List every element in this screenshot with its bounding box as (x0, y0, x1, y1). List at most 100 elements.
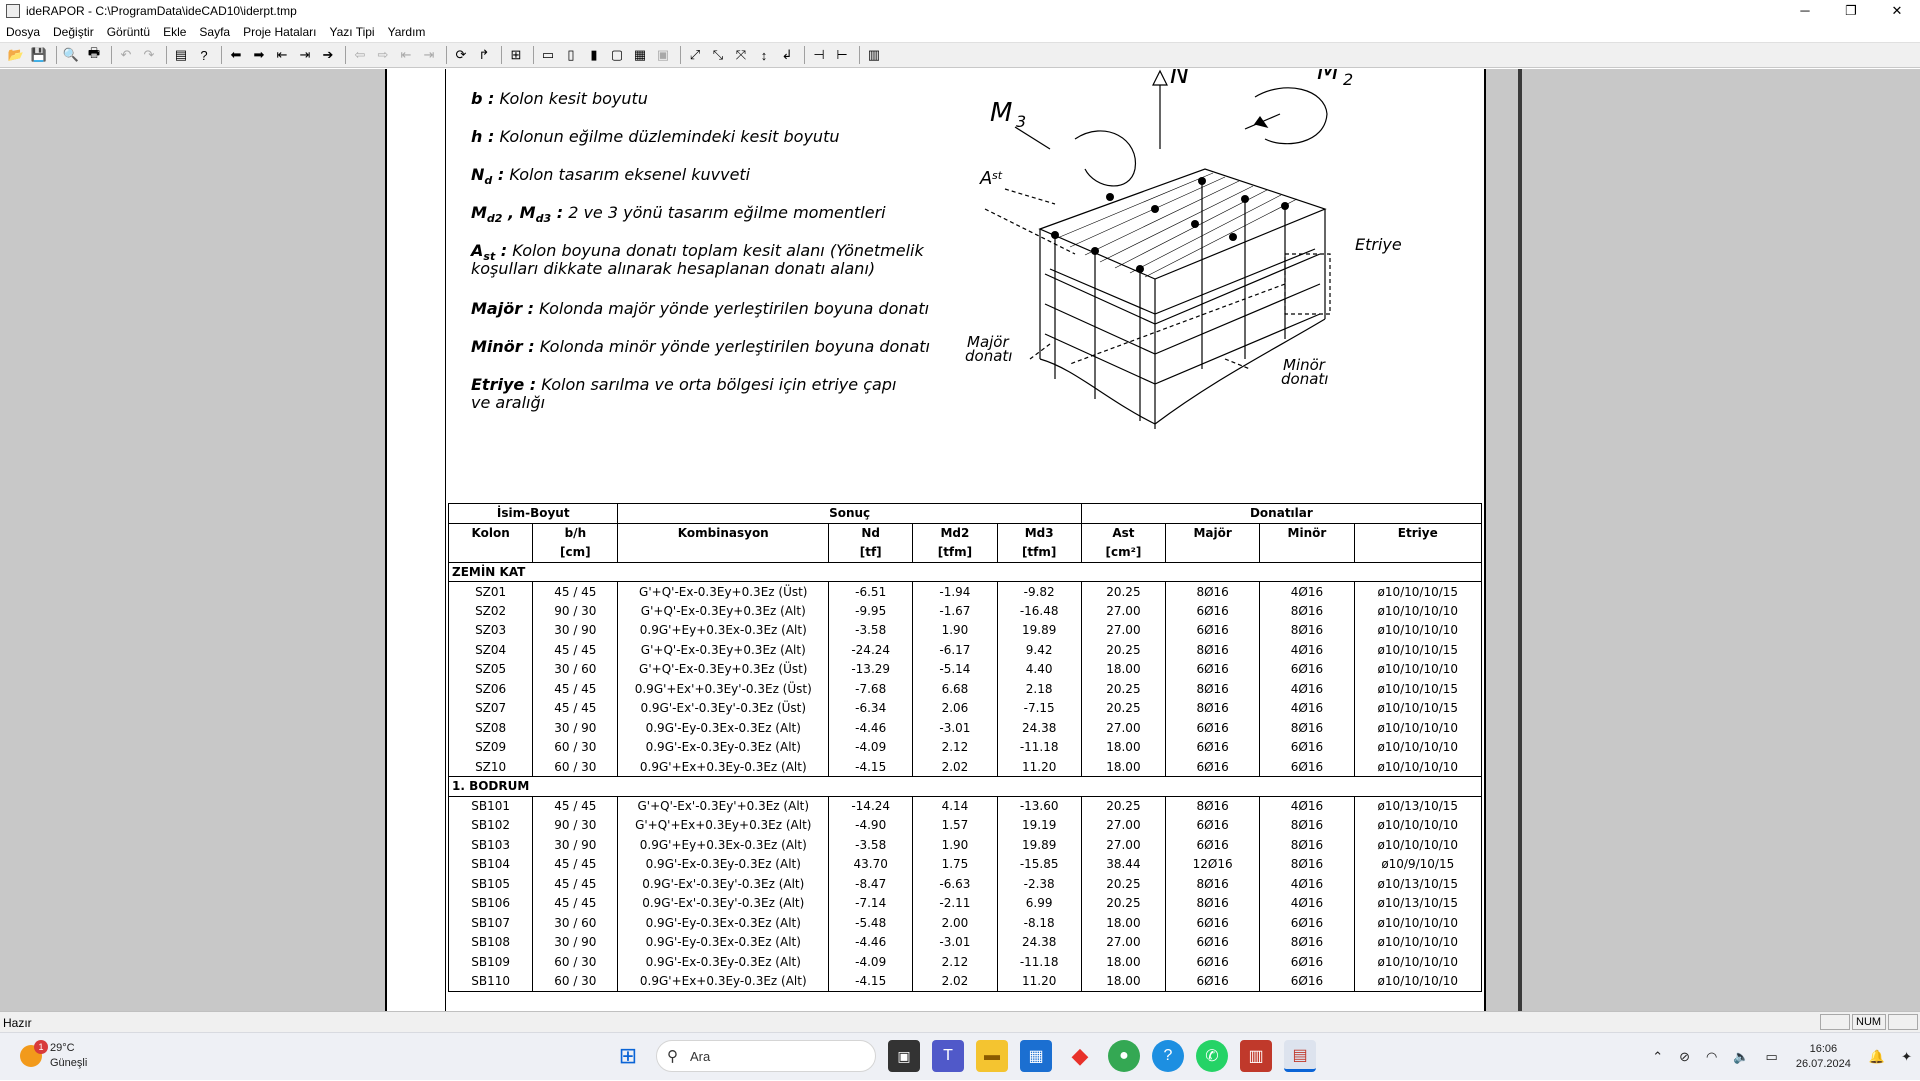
wifi-icon[interactable]: ◠ (1706, 1049, 1717, 1065)
first-page-icon[interactable]: ⇤ (272, 45, 292, 65)
table-row[interactable]: SZ02 90 / 30 G'+Q'-Ex-0.3Ey+0.3Ez (Alt) -9.… (447, 601, 1483, 621)
table-cell: -3.01 (912, 718, 998, 738)
table-row[interactable]: SB105 45 / 45 0.9G'-Ex'-0.3Ey'-0.3Ez (Alt)… (447, 874, 1483, 894)
table-row[interactable]: SZ04 45 / 45 G'+Q'-Ex-0.3Ey+0.3Ez (Alt) -24… (447, 640, 1483, 660)
help-icon[interactable]: ? (194, 45, 214, 65)
indent-left-icon[interactable]: ⇤ (396, 45, 416, 65)
table-row[interactable]: SZ07 45 / 45 0.9G'-Ex'-0.3Ey'-0.3Ez (Üst) -… (447, 698, 1483, 718)
table-cell: ø10/10/10/10 (1353, 932, 1483, 952)
taskbar-search[interactable]: ⚲ Ara (656, 1040, 876, 1072)
table-row[interactable]: SZ01 45 / 45 G'+Q'-Ex-0.3Ey+0.3Ez (Üst) -6.… (447, 581, 1483, 601)
tree-icon[interactable]: ⊞ (506, 45, 526, 65)
export-icon[interactable]: ↱ (474, 45, 494, 65)
section-row: ZEMİN KAT (448, 561, 1482, 582)
calculator-icon[interactable]: ▥ (864, 45, 884, 65)
menu-goruntu[interactable]: Görüntü (107, 25, 150, 39)
move-right-icon[interactable]: ⇨ (373, 45, 393, 65)
task-view-icon[interactable]: ▣ (888, 1040, 920, 1072)
group-header-sonuc: Sonuç (617, 503, 1082, 524)
windows-start-icon[interactable]: ⊞ (612, 1040, 644, 1072)
table-row[interactable]: SZ09 60 / 30 0.9G'-Ex-0.3Ey-0.3Ez (Alt) -4.… (447, 737, 1483, 757)
table-row[interactable]: SB110 60 / 30 0.9G'+Ex+0.3Ey-0.3Ez (Alt) -4… (447, 971, 1483, 992)
store-icon[interactable]: ▦ (1020, 1040, 1052, 1072)
close-button[interactable]: ✕ (1874, 0, 1920, 22)
teams-icon[interactable]: T (932, 1040, 964, 1072)
page-layout-1-icon[interactable]: ▭ (538, 45, 558, 65)
menu-proje-hatalari[interactable]: Proje Hataları (243, 25, 316, 39)
arrow-left-icon[interactable]: ⬅ (226, 45, 246, 65)
menu-sayfa[interactable]: Sayfa (199, 25, 230, 39)
table-row[interactable]: SZ08 30 / 90 0.9G'-Ey-0.3Ex-0.3Ez (Alt) -4.… (447, 718, 1483, 738)
table-row[interactable]: SB102 90 / 30 G'+Q'+Ex+0.3Ey+0.3Ez (Alt) -4… (447, 815, 1483, 835)
column-report-table: İsim-Boyut Sonuç Donatılar Kolon b/h Kombi… (447, 503, 1483, 992)
menu-yardim[interactable]: Yardım (388, 25, 426, 39)
page-layout-3-icon[interactable]: ▮ (584, 45, 604, 65)
idecad-icon[interactable]: ▥ (1240, 1040, 1272, 1072)
table-row[interactable]: SZ05 30 / 60 G'+Q'-Ex-0.3Ey+0.3Ez (Üst) -13… (447, 659, 1483, 679)
weather-widget[interactable]: 1 29°C Güneşli (20, 1040, 87, 1071)
goto-page-icon[interactable]: ➔ (318, 45, 338, 65)
bell-icon[interactable]: 🔔 (1869, 1049, 1885, 1065)
page-layout-2-icon[interactable]: ▯ (561, 45, 581, 65)
page-layout-5-icon[interactable]: ▦ (630, 45, 650, 65)
restore-button[interactable]: ❐ (1828, 0, 1874, 22)
menu-degistir[interactable]: Değiştir (53, 25, 94, 39)
print-preview-icon[interactable]: 🔍 (61, 45, 81, 65)
document-icon[interactable]: ▤ (171, 45, 191, 65)
move-left-icon[interactable]: ⇦ (350, 45, 370, 65)
table-cell: 2.02 (912, 757, 998, 777)
table-cell: 18.00 (1080, 659, 1167, 679)
zoom-height-icon[interactable]: ↕ (754, 45, 774, 65)
table-cell: ø10/10/10/10 (1353, 737, 1483, 757)
arrow-right-icon[interactable]: ➡ (249, 45, 269, 65)
table-row[interactable]: SZ10 60 / 30 0.9G'+Ex+0.3Ey-0.3Ez (Alt) -4.… (447, 757, 1483, 777)
table-row[interactable]: SB109 60 / 30 0.9G'-Ex-0.3Ey-0.3Ez (Alt) -4… (447, 952, 1483, 972)
table-row[interactable]: SZ06 45 / 45 0.9G'+Ex'+0.3Ey'-0.3Ez (Üst) -… (447, 679, 1483, 699)
clock[interactable]: 16:06 26.07.2024 (1796, 1042, 1851, 1072)
menu-dosya[interactable]: Dosya (6, 25, 40, 39)
legend-major: Majör : Kolonda majör yönde yerleştirile… (471, 299, 930, 318)
iderapor-taskbar-icon[interactable]: ▤ (1284, 1040, 1316, 1072)
red-app-icon[interactable]: ◆ (1064, 1040, 1096, 1072)
speaker-icon[interactable]: 🔈 (1733, 1049, 1749, 1065)
table-row[interactable]: SB106 45 / 45 0.9G'-Ex'-0.3Ey'-0.3Ez (Alt)… (447, 893, 1483, 913)
zoom-width-icon[interactable]: ⤡ (708, 45, 728, 65)
undo-icon[interactable]: ↶ (116, 45, 136, 65)
zoom-fit-icon[interactable]: ⤢ (685, 45, 705, 65)
table-row[interactable]: SZ03 30 / 90 0.9G'+Ey+0.3Ex-0.3Ez (Alt) -3.… (447, 620, 1483, 640)
chevron-up-icon[interactable]: ⌃ (1652, 1049, 1663, 1065)
print-icon[interactable]: 🖶 (84, 45, 104, 65)
save-icon[interactable]: 💾 (29, 45, 49, 65)
unit-header: [tf] (828, 542, 914, 563)
page-layout-6-icon[interactable]: ▣ (653, 45, 673, 65)
zoom-page-icon[interactable]: ⤧ (731, 45, 751, 65)
indent-right-icon[interactable]: ⇥ (419, 45, 439, 65)
file-explorer-icon[interactable]: ▬ (976, 1040, 1008, 1072)
last-page-icon[interactable]: ⇥ (295, 45, 315, 65)
help-app-icon[interactable]: ? (1152, 1040, 1184, 1072)
whatsapp-icon[interactable]: ✆ (1196, 1040, 1228, 1072)
table-row[interactable]: SB101 45 / 45 G'+Q'-Ex'-0.3Ey'+0.3Ez (Alt)… (447, 795, 1483, 816)
copilot-icon[interactable]: ✦ (1901, 1049, 1912, 1065)
chrome-icon[interactable]: ● (1108, 1040, 1140, 1072)
table-cell: -11.18 (996, 952, 1082, 972)
network-off-icon[interactable]: ⊘ (1679, 1049, 1690, 1065)
table-row[interactable]: SB103 30 / 90 0.9G'+Ey+0.3Ex-0.3Ez (Alt) -3… (447, 835, 1483, 855)
page-layout-4-icon[interactable]: ▢ (607, 45, 627, 65)
menu-ekle[interactable]: Ekle (163, 25, 186, 39)
table-row[interactable]: SB108 30 / 90 0.9G'-Ey-0.3Ex-0.3Ez (Alt) -4… (447, 932, 1483, 952)
open-icon[interactable]: 📂 (6, 45, 26, 65)
battery-icon[interactable]: ▭ (1766, 1049, 1778, 1065)
redo-icon[interactable]: ↷ (139, 45, 159, 65)
table-row[interactable]: SB107 30 / 60 0.9G'-Ey-0.3Ex-0.3Ez (Alt) -5… (447, 913, 1483, 933)
refresh-icon[interactable]: ⟳ (451, 45, 471, 65)
table-cell: 4Ø16 (1259, 698, 1355, 718)
menu-yazi-tipi[interactable]: Yazı Tipi (329, 25, 374, 39)
column-fit-icon[interactable]: ⊢ (832, 45, 852, 65)
table-cell: 2.06 (912, 698, 998, 718)
diagram-m2-sub: 2 (1343, 70, 1353, 89)
minimize-button[interactable]: ─ (1782, 0, 1828, 22)
zoom-custom-icon[interactable]: ↲ (777, 45, 797, 65)
table-row[interactable]: SB104 45 / 45 0.9G'-Ex-0.3Ey-0.3Ez (Alt) 43… (447, 854, 1483, 874)
column-width-icon[interactable]: ⊣ (809, 45, 829, 65)
